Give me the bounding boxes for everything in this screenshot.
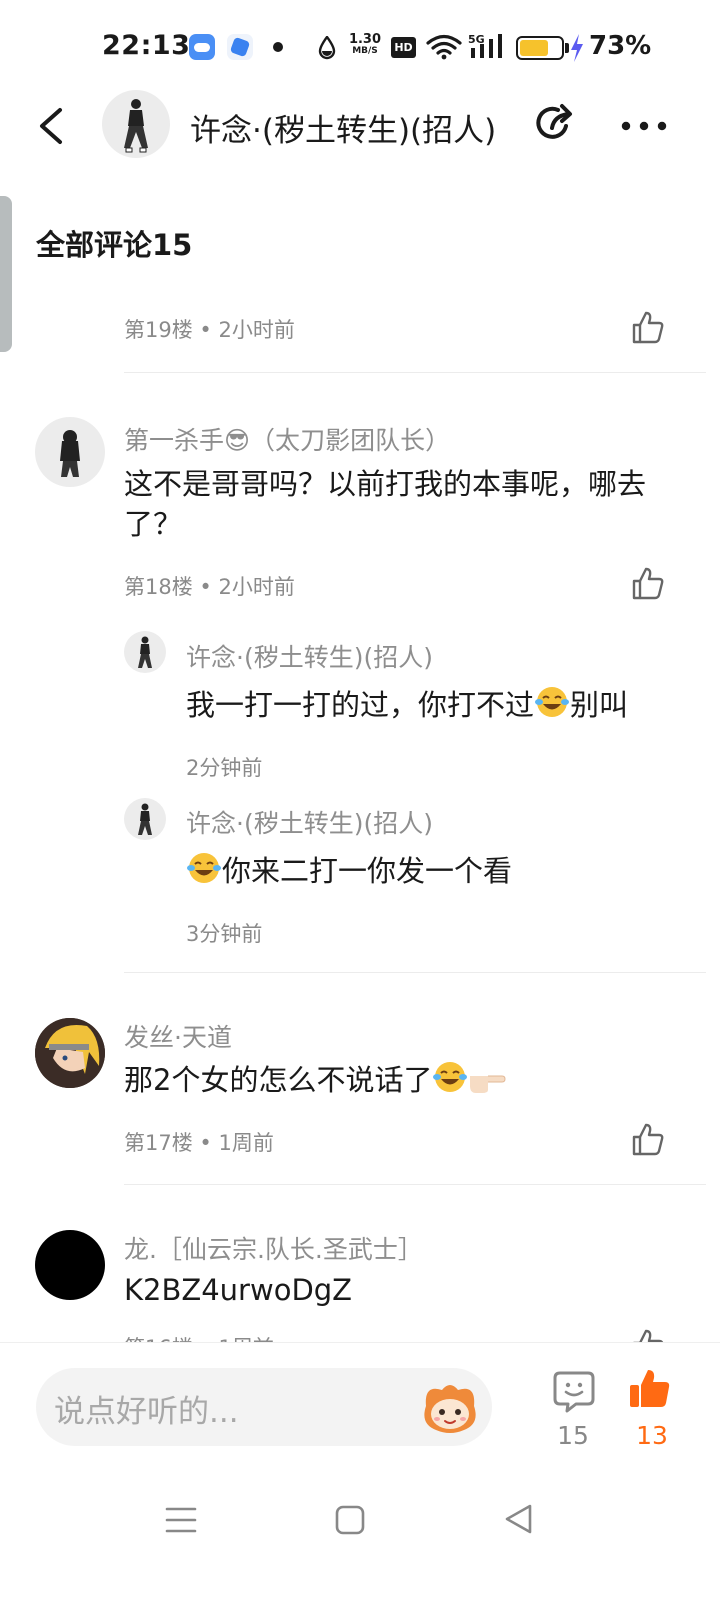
comment-text: 那2个女的怎么不说话了 (124, 1063, 433, 1097)
wifi-icon (426, 34, 462, 60)
reply-text-tail: 别叫 (570, 688, 629, 722)
comment-author[interactable]: 发丝·天道 (124, 1018, 232, 1054)
divider (124, 972, 706, 973)
reply-avatar[interactable] (124, 798, 166, 840)
comment-meta: 第17楼 • 1周前 (124, 1131, 274, 1155)
thumbs-up-icon[interactable] (630, 566, 666, 602)
like-filled-icon[interactable] (628, 1367, 672, 1411)
commenter-avatar[interactable] (35, 417, 105, 487)
comment-meta: 第19楼 • 2小时前 (124, 318, 295, 342)
tears-of-joy-emoji-icon (187, 853, 221, 883)
battery-percent: 73% (589, 31, 652, 61)
divider (124, 372, 706, 373)
avatar-figure-icon (138, 803, 152, 835)
top-header: 许念·(秽土转生)(招人) (0, 90, 720, 162)
side-drawer-handle[interactable] (0, 196, 12, 352)
back-arrow-icon[interactable] (30, 104, 74, 148)
comment-content: K2BZ4urwoDgZ (124, 1273, 353, 1307)
avatar-figure-icon (60, 430, 80, 477)
thumbs-up-icon[interactable] (630, 310, 666, 346)
status-bar: 22:13 1.30 MB/S HD 5G 73% (0, 0, 720, 96)
pointing-hand-emoji-icon (470, 1075, 506, 1093)
reply-text: 我一打一打的过，你打不过 (186, 688, 535, 722)
battery-icon (516, 36, 564, 60)
reply-avatar[interactable] (124, 631, 166, 673)
reply-author[interactable]: 许念·(秽土转生)(招人) (186, 638, 433, 674)
network-speed: 1.30 MB/S (347, 33, 383, 56)
commenter-avatar[interactable] (35, 1230, 105, 1300)
commenter-avatar[interactable] (35, 1018, 105, 1088)
hd-badge: HD (391, 37, 416, 58)
home-icon[interactable] (334, 1504, 366, 1536)
status-time: 22:13 (102, 30, 191, 61)
comment-content: 那2个女的怎么不说话了 (124, 1060, 506, 1100)
system-nav-bar (0, 1460, 720, 1600)
thumbs-up-icon[interactable] (630, 1122, 666, 1158)
bottom-action-bar: 说点好听的... 15 13 (0, 1342, 720, 1460)
author-avatar[interactable] (102, 90, 170, 158)
speed-unit: MB/S (352, 46, 378, 56)
comment-input[interactable]: 说点好听的... (36, 1368, 492, 1446)
like-count: 13 (636, 1421, 668, 1450)
menu-icon[interactable] (164, 1504, 198, 1536)
comment-meta: 第18楼 • 2小时前 (124, 575, 295, 599)
speed-value: 1.30 (348, 32, 382, 47)
dot-icon (273, 42, 283, 52)
share-icon[interactable] (530, 100, 578, 148)
comments-section-title: 全部评论15 (36, 228, 193, 262)
comment-count-icon[interactable] (552, 1369, 596, 1413)
comment-content: 这不是哥哥吗？以前打我的本事呢，哪去了？ (124, 467, 647, 541)
avatar-figure-icon (124, 99, 148, 153)
reply-text: 你来二打一你发一个看 (222, 854, 513, 888)
tears-of-joy-emoji-icon (433, 1062, 468, 1092)
comment-author[interactable]: 第一杀手😎（太刀影团队长） (124, 421, 450, 457)
reply-time: 2分钟前 (186, 756, 263, 780)
data-drop-icon (318, 36, 336, 60)
charging-bolt-icon (571, 34, 583, 62)
reply-content: 我一打一打的过，你打不过 别叫 (186, 685, 628, 725)
divider (124, 1184, 706, 1185)
mascot-emoji-icon[interactable] (420, 1380, 480, 1436)
app-icon (227, 34, 253, 60)
battery-fill (520, 40, 548, 56)
reply-time: 3分钟前 (186, 922, 263, 946)
back-icon[interactable] (502, 1502, 534, 1536)
reply-content: 你来二打一你发一个看 (186, 851, 512, 891)
comment-author[interactable]: 龙.［仙云宗.队长.圣武士］ (124, 1230, 423, 1266)
comment-input-placeholder: 说点好听的... (54, 1394, 239, 1430)
signal-icon: 5G (468, 33, 502, 58)
weather-app-icon (189, 34, 215, 60)
page-title: 许念·(秽土转生)(招人) (190, 113, 497, 149)
avatar-anime-icon (35, 1018, 105, 1088)
reply-author[interactable]: 许念·(秽土转生)(招人) (186, 804, 433, 840)
comment-count: 15 (557, 1421, 589, 1450)
tears-of-joy-emoji-icon (535, 687, 570, 717)
avatar-figure-icon (138, 636, 152, 668)
more-icon[interactable] (618, 104, 670, 148)
